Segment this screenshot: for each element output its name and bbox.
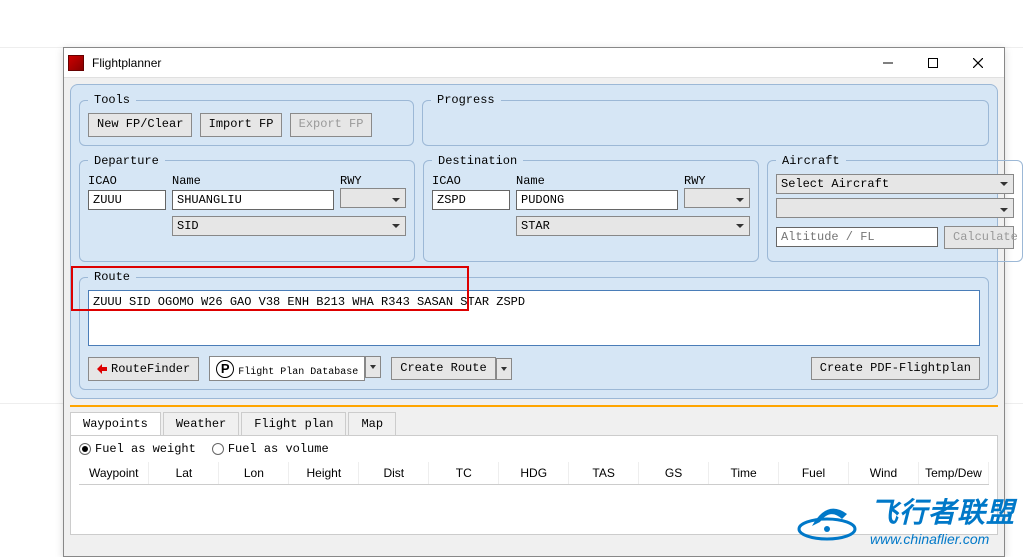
col-tempdew[interactable]: Temp/Dew xyxy=(918,462,988,485)
waypoints-table: Waypoint Lat Lon Height Dist TC HDG TAS … xyxy=(79,462,989,485)
radio-icon xyxy=(79,443,91,455)
database-icon: P xyxy=(216,360,234,378)
window-title: Flightplanner xyxy=(92,56,865,70)
col-dist[interactable]: Dist xyxy=(359,462,429,485)
col-gs[interactable]: GS xyxy=(639,462,709,485)
db-main-label: Flight Plan Database xyxy=(238,368,358,378)
database-dropdown-arrow[interactable] xyxy=(365,356,381,378)
route-textarea[interactable]: ZUUU SID OGOMO W26 GAO V38 ENH B213 WHA … xyxy=(88,290,980,346)
route-legend: Route xyxy=(88,270,136,284)
separator xyxy=(70,405,998,407)
create-route-dropdown-arrow[interactable] xyxy=(496,358,512,380)
fuel-weight-label: Fuel as weight xyxy=(95,442,196,456)
fuel-weight-radio[interactable]: Fuel as weight xyxy=(79,442,196,456)
destination-rwy-select[interactable] xyxy=(684,188,750,208)
departure-rwy-select[interactable] xyxy=(340,188,406,208)
departure-legend: Departure xyxy=(88,154,165,168)
tab-flightplan[interactable]: Flight plan xyxy=(241,412,346,436)
tab-weather[interactable]: Weather xyxy=(163,412,239,436)
app-window: Flightplanner Tools New FP/Clear Import … xyxy=(63,47,1005,557)
departure-name-input[interactable] xyxy=(172,190,334,210)
create-pdf-button[interactable]: Create PDF-Flightplan xyxy=(811,357,980,381)
main-panel: Tools New FP/Clear Import FP Export FP P… xyxy=(70,84,998,399)
export-fp-button: Export FP xyxy=(290,113,373,137)
create-route-button[interactable]: Create Route xyxy=(391,357,495,381)
destination-icao-input[interactable] xyxy=(432,190,510,210)
minimize-button[interactable] xyxy=(865,49,910,77)
tab-bar: Waypoints Weather Flight plan Map xyxy=(70,411,998,436)
close-button[interactable] xyxy=(955,49,1000,77)
col-hdg[interactable]: HDG xyxy=(499,462,569,485)
col-tas[interactable]: TAS xyxy=(569,462,639,485)
destination-group: Destination ICAO Name RWY STAR xyxy=(423,154,759,263)
tools-group: Tools New FP/Clear Import FP Export FP xyxy=(79,93,414,146)
departure-sid-select[interactable]: SID xyxy=(172,216,406,236)
tab-content: Fuel as weight Fuel as volume Waypoint L… xyxy=(70,435,998,535)
aircraft-select[interactable]: Select Aircraft xyxy=(776,174,1014,194)
route-group: Route ZUUU SID OGOMO W26 GAO V38 ENH B21… xyxy=(79,270,989,390)
col-time[interactable]: Time xyxy=(709,462,779,485)
calculate-button: Calculate xyxy=(944,226,1014,250)
client-area: Tools New FP/Clear Import FP Export FP P… xyxy=(64,78,1004,556)
col-tc[interactable]: TC xyxy=(429,462,499,485)
tools-legend: Tools xyxy=(88,93,136,107)
col-waypoint[interactable]: Waypoint xyxy=(79,462,149,485)
tab-waypoints[interactable]: Waypoints xyxy=(70,412,161,436)
col-lat[interactable]: Lat xyxy=(149,462,219,485)
aircraft-sub-select[interactable] xyxy=(776,198,1014,218)
flightplan-database-button[interactable]: P Flight Plan Database xyxy=(209,356,365,381)
routefinder-button[interactable]: RouteFinder xyxy=(88,357,199,381)
destination-icao-label: ICAO xyxy=(432,174,510,188)
destination-name-input[interactable] xyxy=(516,190,678,210)
departure-icao-label: ICAO xyxy=(88,174,166,188)
progress-legend: Progress xyxy=(431,93,501,107)
routefinder-label: RouteFinder xyxy=(111,362,190,376)
col-height[interactable]: Height xyxy=(289,462,359,485)
tab-map[interactable]: Map xyxy=(348,412,396,436)
destination-rwy-label: RWY xyxy=(684,174,750,188)
departure-group: Departure ICAO Name RWY SID xyxy=(79,154,415,263)
departure-icao-input[interactable] xyxy=(88,190,166,210)
aircraft-legend: Aircraft xyxy=(776,154,846,168)
departure-rwy-label: RWY xyxy=(340,174,406,188)
radio-icon xyxy=(212,443,224,455)
fuel-volume-radio[interactable]: Fuel as volume xyxy=(212,442,329,456)
destination-star-select[interactable]: STAR xyxy=(516,216,750,236)
import-fp-button[interactable]: Import FP xyxy=(200,113,283,137)
altitude-input[interactable] xyxy=(776,227,938,247)
routefinder-icon xyxy=(97,364,107,374)
aircraft-group: Aircraft Select Aircraft Calculate xyxy=(767,154,1023,263)
col-wind[interactable]: Wind xyxy=(848,462,918,485)
progress-group: Progress xyxy=(422,93,989,146)
titlebar[interactable]: Flightplanner xyxy=(64,48,1004,78)
app-icon xyxy=(68,55,84,71)
destination-legend: Destination xyxy=(432,154,523,168)
new-fp-button[interactable]: New FP/Clear xyxy=(88,113,192,137)
destination-name-label: Name xyxy=(516,174,678,188)
departure-name-label: Name xyxy=(172,174,334,188)
col-fuel[interactable]: Fuel xyxy=(779,462,849,485)
col-lon[interactable]: Lon xyxy=(219,462,289,485)
fuel-volume-label: Fuel as volume xyxy=(228,442,329,456)
maximize-button[interactable] xyxy=(910,49,955,77)
